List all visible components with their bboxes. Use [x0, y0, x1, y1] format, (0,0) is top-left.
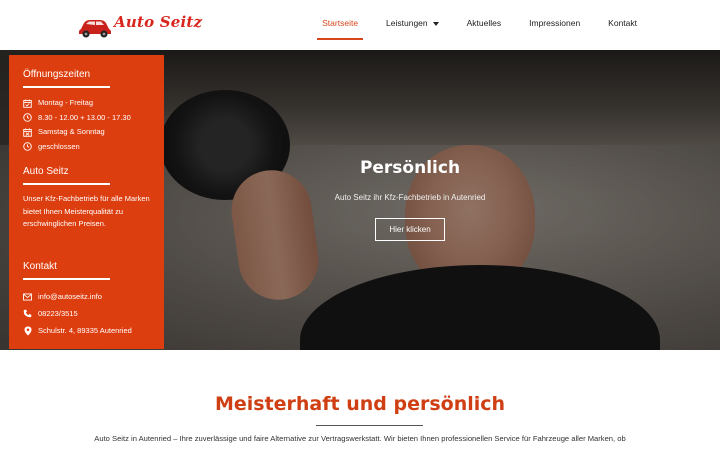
about-heading: Auto Seitz — [23, 166, 69, 177]
divider — [23, 183, 110, 185]
divider — [23, 278, 110, 280]
contact-heading: Kontakt — [23, 261, 57, 272]
hours-row: Montag - Freitag — [23, 96, 153, 111]
contact-address-row: Schulstr. 4, 89335 Autenried — [23, 322, 153, 339]
calendar-icon — [23, 99, 32, 108]
about-text: Unser Kfz-Fachbetrieb für alle Marken bi… — [23, 194, 150, 228]
hero-cta-button[interactable]: Hier klicken — [375, 218, 445, 241]
intro-divider — [316, 425, 423, 426]
nav-item-impressionen[interactable]: Impressionen — [529, 18, 580, 28]
opening-hours-section: Öffnungszeiten Montag - Freitag 8.30 - 1… — [23, 69, 153, 154]
map-pin-icon — [23, 326, 32, 335]
main-nav: Startseite Leistungen Aktuelles Impressi… — [294, 18, 637, 40]
divider — [23, 86, 110, 88]
about-section: Auto Seitz Unser Kfz-Fachbetrieb für all… — [23, 166, 153, 231]
clock-icon — [23, 142, 32, 151]
nav-item-startseite[interactable]: Startseite — [317, 18, 363, 40]
hours-time-weekend: geschlossen — [38, 141, 80, 151]
contact-email[interactable]: info@autoseitz.info — [38, 288, 102, 305]
hours-row: Samstag & Sonntag — [23, 125, 153, 140]
nav-item-leistungen[interactable]: Leistungen — [386, 18, 439, 28]
contact-email-row[interactable]: info@autoseitz.info — [23, 288, 153, 305]
hero-subtitle: Auto Seitz ihr Kfz-Fachbetrieb in Autenr… — [334, 193, 486, 202]
nav-item-aktuelles[interactable]: Aktuelles — [467, 18, 502, 28]
contact-address: Schulstr. 4, 89335 Autenried — [38, 326, 132, 335]
chevron-down-icon — [432, 21, 439, 26]
hours-row: geschlossen — [23, 140, 153, 155]
intro-title: Meisterhaft und persönlich — [214, 393, 506, 415]
calendar-icon — [23, 128, 32, 137]
contact-section: Kontakt info@autoseitz.info 08223/3515 S… — [23, 261, 153, 339]
nav-item-leistungen-label: Leistungen — [386, 18, 428, 28]
info-panel: Öffnungszeiten Montag - Freitag 8.30 - 1… — [9, 55, 164, 349]
envelope-icon — [23, 292, 32, 301]
logo-text: Auto Seitz — [114, 13, 203, 31]
hero-title: Persönlich — [359, 158, 461, 178]
clock-icon — [23, 113, 32, 122]
hours-time-weekday: 8.30 - 12.00 + 13.00 - 17.30 — [38, 112, 131, 122]
hours-row: 8.30 - 12.00 + 13.00 - 17.30 — [23, 111, 153, 126]
nav-item-kontakt[interactable]: Kontakt — [608, 18, 637, 28]
contact-phone[interactable]: 08223/3515 — [38, 305, 78, 322]
site-header: Auto Seitz Startseite Leistungen Aktuell… — [0, 0, 720, 50]
phone-icon — [23, 309, 32, 318]
opening-hours-heading: Öffnungszeiten — [23, 69, 91, 80]
contact-phone-row[interactable]: 08223/3515 — [23, 305, 153, 322]
hours-days-weekend: Samstag & Sonntag — [38, 127, 105, 136]
hours-days-weekday: Montag - Freitag — [38, 98, 94, 107]
logo[interactable]: Auto Seitz — [78, 12, 202, 38]
car-logo-icon — [79, 20, 111, 38]
intro-text: Auto Seitz in Autenried – Ihre zuverläss… — [94, 434, 626, 443]
